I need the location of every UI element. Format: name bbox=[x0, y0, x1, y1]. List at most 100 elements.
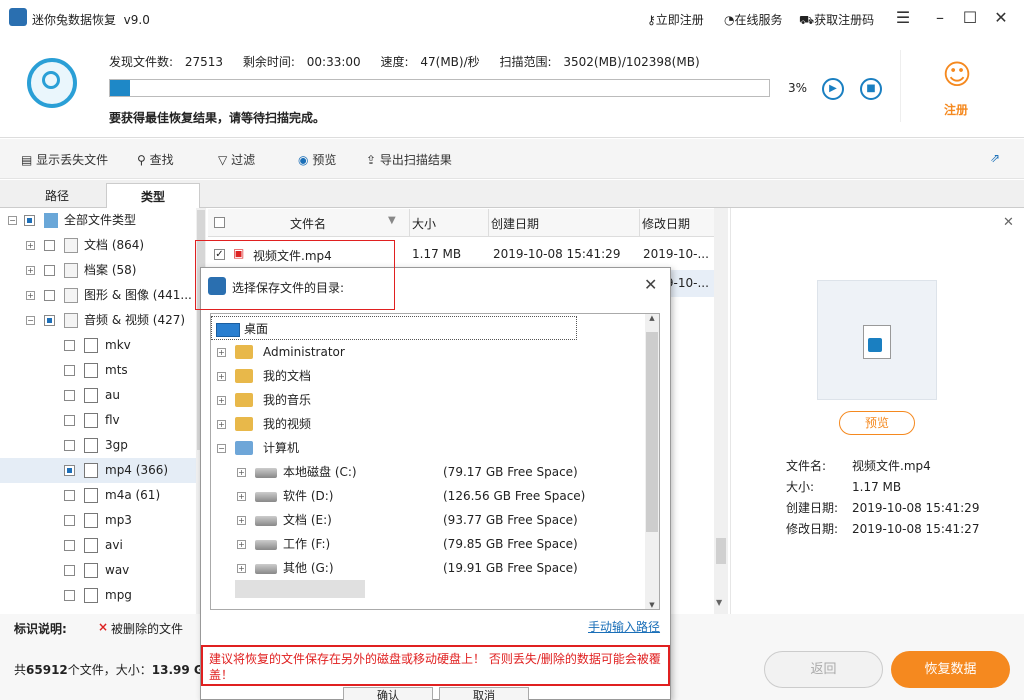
directory-item[interactable]: + Administrator bbox=[211, 340, 641, 364]
maximize-button[interactable]: ☐ bbox=[960, 8, 980, 28]
filter-button[interactable]: ▽ 过滤 bbox=[218, 151, 255, 168]
column-size[interactable]: 大小 bbox=[412, 215, 436, 232]
directory-item[interactable]: + 我的视频 bbox=[211, 412, 641, 436]
expand-icon[interactable]: + bbox=[26, 266, 35, 275]
expand-icon[interactable]: + bbox=[26, 291, 35, 300]
dialog-close-icon[interactable]: ✕ bbox=[644, 275, 657, 294]
register-link[interactable]: ⚷立即注册 bbox=[647, 11, 704, 28]
tree-checkbox[interactable] bbox=[64, 340, 75, 351]
tree-item[interactable]: mp3 bbox=[0, 508, 196, 533]
manual-path-link[interactable]: 手动输入路径 bbox=[588, 618, 660, 635]
tree-item[interactable]: mkv bbox=[0, 333, 196, 358]
directory-label: 其他 (G:) bbox=[283, 561, 334, 575]
tree-checkbox[interactable] bbox=[44, 265, 55, 276]
column-created[interactable]: 创建日期 bbox=[491, 215, 539, 232]
tree-item[interactable]: mp4 (366) bbox=[0, 458, 196, 483]
tree-item-label: au bbox=[105, 388, 120, 402]
directory-item[interactable]: + 我的文档 bbox=[211, 364, 641, 388]
tree-checkbox[interactable] bbox=[64, 490, 75, 501]
preview-button[interactable]: 预览 bbox=[839, 411, 915, 435]
directory-item[interactable]: + 软件 (D:) (126.56 GB Free Space) bbox=[211, 484, 641, 508]
collapse-icon[interactable]: − bbox=[8, 216, 17, 225]
expand-icon[interactable]: − bbox=[26, 316, 35, 325]
tree-item[interactable]: − 音频 & 视频 (427) bbox=[0, 308, 196, 333]
directory-label: 计算机 bbox=[263, 441, 300, 455]
expand-icon[interactable]: + bbox=[217, 396, 226, 405]
tree-checkbox[interactable] bbox=[64, 515, 75, 526]
show-lost-files-button[interactable]: ▤ 显示丢失文件 bbox=[21, 151, 108, 168]
dialog-ok-button[interactable]: 确认 bbox=[343, 687, 433, 700]
tree-checkbox[interactable] bbox=[24, 215, 35, 226]
expand-icon[interactable]: + bbox=[217, 420, 226, 429]
online-service-link[interactable]: ◔在线服务 bbox=[724, 11, 783, 28]
preview-toolbar-button[interactable]: ◉ 预览 bbox=[298, 151, 336, 168]
menu-icon[interactable]: ☰ bbox=[893, 8, 913, 28]
register-button[interactable]: 注册 bbox=[944, 101, 968, 118]
tree-checkbox[interactable] bbox=[44, 290, 55, 301]
tab-path[interactable]: 路径 bbox=[10, 183, 104, 209]
find-button[interactable]: ⚲ 查找 bbox=[137, 151, 174, 168]
tree-checkbox[interactable] bbox=[64, 440, 75, 451]
tree-item[interactable]: + 图形 & 图像 (441... bbox=[0, 283, 196, 308]
directory-item[interactable]: 桌面 bbox=[211, 316, 577, 340]
list-scrollbar[interactable]: ▼ bbox=[714, 208, 728, 614]
tab-type[interactable]: 类型 bbox=[106, 183, 200, 209]
tree-item[interactable]: au bbox=[0, 383, 196, 408]
expand-icon[interactable]: + bbox=[237, 540, 246, 549]
collapse-icon[interactable]: − bbox=[217, 444, 226, 453]
directory-item[interactable]: + 文档 (E:) (93.77 GB Free Space) bbox=[211, 508, 641, 532]
expand-icon[interactable]: + bbox=[217, 348, 226, 357]
tree-item[interactable]: 3gp bbox=[0, 433, 196, 458]
tree-checkbox[interactable] bbox=[64, 390, 75, 401]
tree-item[interactable]: mpg bbox=[0, 583, 196, 608]
directory-scrollbar[interactable]: ▲ ▼ bbox=[645, 314, 659, 609]
expand-icon[interactable]: + bbox=[237, 468, 246, 477]
tree-checkbox[interactable] bbox=[64, 415, 75, 426]
tree-checkbox[interactable] bbox=[64, 540, 75, 551]
app-title: 迷你兔数据恢复 v9.0 bbox=[32, 13, 150, 27]
archive-icon bbox=[64, 263, 78, 278]
back-button[interactable]: 返回 bbox=[764, 651, 883, 688]
tree-item[interactable]: avi bbox=[0, 533, 196, 558]
tree-checkbox[interactable] bbox=[44, 315, 55, 326]
tree-checkbox[interactable] bbox=[64, 565, 75, 576]
tree-item[interactable]: + 档案 (58) bbox=[0, 258, 196, 283]
user-add-icon[interactable]: ☺ bbox=[940, 58, 974, 92]
column-modified[interactable]: 修改日期 bbox=[642, 215, 690, 232]
media-file-icon bbox=[84, 438, 98, 453]
export-results-button[interactable]: ⇪ 导出扫描结果 bbox=[366, 151, 452, 168]
tree-item[interactable]: m4a (61) bbox=[0, 483, 196, 508]
dialog-cancel-button[interactable]: 取消 bbox=[439, 687, 529, 700]
close-preview-icon[interactable]: ✕ bbox=[1003, 215, 1014, 230]
stop-button[interactable]: ■ bbox=[860, 78, 882, 100]
directory-item[interactable]: − 计算机 bbox=[211, 436, 641, 460]
expand-icon[interactable]: + bbox=[237, 492, 246, 501]
expand-icon[interactable]: + bbox=[26, 241, 35, 250]
get-code-link[interactable]: ⛟获取注册码 bbox=[799, 11, 874, 29]
directory-item[interactable]: + 工作 (F:) (79.85 GB Free Space) bbox=[211, 532, 641, 556]
column-name[interactable]: 文件名 bbox=[290, 215, 326, 232]
close-button[interactable]: ✕ bbox=[991, 8, 1011, 28]
recover-button[interactable]: 恢复数据 bbox=[891, 651, 1010, 688]
select-all-checkbox[interactable] bbox=[214, 217, 225, 228]
directory-item[interactable]: + 本地磁盘 (C:) (79.17 GB Free Space) bbox=[211, 460, 641, 484]
minimize-button[interactable]: – bbox=[930, 8, 950, 28]
tree-item[interactable]: mts bbox=[0, 358, 196, 383]
directory-item[interactable]: + 我的音乐 bbox=[211, 388, 641, 412]
tree-checkbox[interactable] bbox=[64, 590, 75, 601]
document-icon bbox=[64, 238, 78, 253]
expand-icon[interactable]: + bbox=[217, 372, 226, 381]
tree-checkbox[interactable] bbox=[44, 240, 55, 251]
tree-checkbox[interactable] bbox=[64, 365, 75, 376]
drive-icon bbox=[255, 468, 277, 478]
tree-item[interactable]: wav bbox=[0, 558, 196, 583]
play-button[interactable]: ▶ bbox=[822, 78, 844, 100]
tree-item[interactable]: + 文档 (864) bbox=[0, 233, 196, 258]
tree-checkbox[interactable] bbox=[64, 465, 75, 476]
share-icon[interactable]: ⇗ bbox=[990, 151, 1000, 165]
expand-icon[interactable]: + bbox=[237, 564, 246, 573]
directory-item[interactable]: + 其他 (G:) (19.91 GB Free Space) bbox=[211, 556, 641, 580]
expand-icon[interactable]: + bbox=[237, 516, 246, 525]
tree-item[interactable]: − 全部文件类型 bbox=[0, 208, 196, 233]
tree-item[interactable]: flv bbox=[0, 408, 196, 433]
